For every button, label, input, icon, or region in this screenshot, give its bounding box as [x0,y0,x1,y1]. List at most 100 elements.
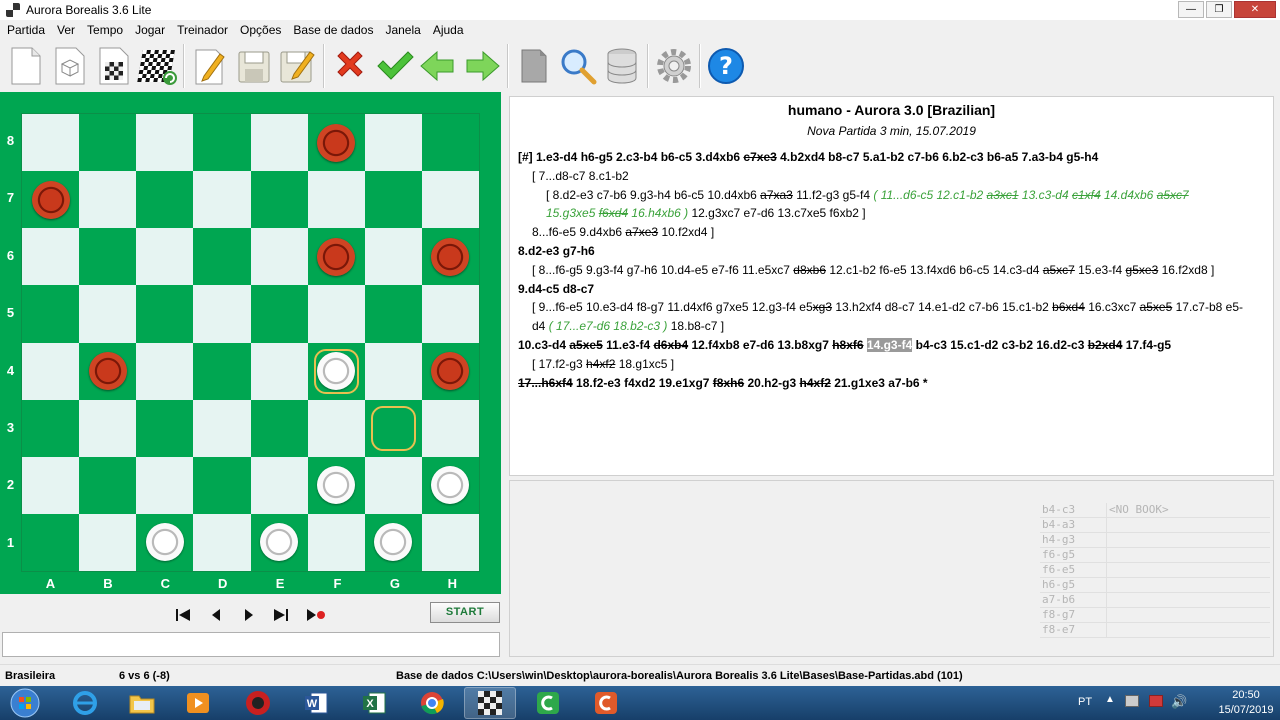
square-d7[interactable] [193,171,251,229]
variation-line[interactable]: [ 9...f6-e5 10.e3-d4 f8-g7 11.d4xf6 g7xe… [510,298,1250,336]
play-moves-icon[interactable] [304,606,328,624]
red-piece[interactable] [317,237,356,276]
menu-treinador[interactable]: Treinador [174,23,231,37]
square-h8[interactable] [421,114,479,172]
book-row[interactable]: h4-g3 [1040,533,1270,548]
square-f5[interactable] [307,285,365,343]
square-d4[interactable] [193,342,251,400]
menu-partida[interactable]: Partida [4,23,48,37]
command-input[interactable] [2,632,500,657]
square-c1[interactable] [136,513,194,571]
square-c4[interactable] [136,342,194,400]
help-icon[interactable]: ? [704,42,748,90]
main-line[interactable]: 17...h6xf4 18.f2-e3 f4xd2 19.e1xg7 f8xh6… [510,374,1273,393]
flip-board-icon[interactable] [136,42,180,90]
square-g7[interactable] [364,171,422,229]
square-b8[interactable] [79,114,137,172]
square-f3[interactable] [307,399,365,457]
menu-ver[interactable]: Ver [54,23,78,37]
menu-tempo[interactable]: Tempo [84,23,126,37]
save-icon[interactable] [232,42,276,90]
file-explorer-icon[interactable] [116,687,168,719]
square-c6[interactable] [136,228,194,286]
recorder-icon[interactable] [580,687,632,719]
square-e8[interactable] [250,114,308,172]
save-as-icon[interactable] [276,42,320,90]
white-piece[interactable] [317,466,356,505]
menu-jogar[interactable]: Jogar [132,23,168,37]
volume-icon[interactable]: 🔊 [1171,694,1187,710]
square-b3[interactable] [79,399,137,457]
square-d2[interactable] [193,456,251,514]
square-h1[interactable] [421,513,479,571]
red-piece[interactable] [31,180,70,219]
menu-base-de-dados[interactable]: Base de dados [290,23,376,37]
book-icon[interactable] [512,42,556,90]
square-d3[interactable] [193,399,251,457]
square-e2[interactable] [250,456,308,514]
main-line[interactable]: 10.c3-d4 a5xe5 11.e3-f4 d6xb4 12.f4xb8 e… [510,336,1273,355]
word-icon[interactable]: W [290,687,342,719]
start-button[interactable]: START [430,602,500,623]
edit-icon[interactable] [188,42,232,90]
square-e1[interactable] [250,513,308,571]
book-row[interactable]: f6-g5 [1040,548,1270,563]
square-h6[interactable] [421,228,479,286]
square-a6[interactable] [22,228,80,286]
variation-line[interactable]: [ 7...d8-c7 8.c1-b2 [510,167,1273,186]
white-piece[interactable] [431,466,470,505]
square-a7[interactable] [22,171,80,229]
square-a1[interactable] [22,513,80,571]
red-piece[interactable] [317,123,356,162]
square-f2[interactable] [307,456,365,514]
main-line[interactable]: [#] 1.e3-d4 h6-g5 2.c3-b4 b6-c5 3.d4xb6 … [510,148,1273,167]
square-g2[interactable] [364,456,422,514]
square-d1[interactable] [193,513,251,571]
camtasia-icon[interactable] [522,687,574,719]
square-d8[interactable] [193,114,251,172]
red-piece[interactable] [431,352,470,391]
empty-board-icon[interactable] [48,42,92,90]
book-row[interactable]: f8-e7 [1040,623,1270,638]
square-h2[interactable] [421,456,479,514]
maximize-button[interactable]: ❐ [1206,1,1232,18]
square-b5[interactable] [79,285,137,343]
network-icon[interactable] [1125,695,1139,707]
square-b4[interactable] [79,342,137,400]
internet-explorer-icon[interactable] [59,687,111,719]
white-piece[interactable] [317,352,356,391]
media-player-icon[interactable] [172,687,224,719]
square-g5[interactable] [364,285,422,343]
cancel-move-icon[interactable] [328,42,372,90]
menu-ajuda[interactable]: Ajuda [430,23,467,37]
square-c7[interactable] [136,171,194,229]
close-button[interactable]: ✕ [1234,1,1276,18]
square-g6[interactable] [364,228,422,286]
square-h3[interactable] [421,399,479,457]
start-menu-icon[interactable] [0,687,50,719]
square-e6[interactable] [250,228,308,286]
search-icon[interactable] [556,42,600,90]
forward-arrow-icon[interactable] [460,42,504,90]
square-b2[interactable] [79,456,137,514]
tray-expand-icon[interactable]: ▲ [1105,694,1115,705]
square-c2[interactable] [136,456,194,514]
square-h7[interactable] [421,171,479,229]
square-h4[interactable] [421,342,479,400]
square-a5[interactable] [22,285,80,343]
square-e4[interactable] [250,342,308,400]
square-a3[interactable] [22,399,80,457]
book-row[interactable]: f6-e5 [1040,563,1270,578]
gear-icon[interactable] [652,42,696,90]
square-f7[interactable] [307,171,365,229]
square-a2[interactable] [22,456,80,514]
checkers-board[interactable] [21,113,480,572]
red-piece[interactable] [431,237,470,276]
next-move-icon[interactable] [237,606,261,624]
minimize-button[interactable]: — [1178,1,1204,18]
square-g4[interactable] [364,342,422,400]
red-piece[interactable] [88,352,127,391]
main-line[interactable]: 8.d2-e3 g7-h6 [510,242,1273,261]
variation-line[interactable]: [ 17.f2-g3 h4xf2 18.g1xc5 ] [510,355,1273,374]
square-c3[interactable] [136,399,194,457]
